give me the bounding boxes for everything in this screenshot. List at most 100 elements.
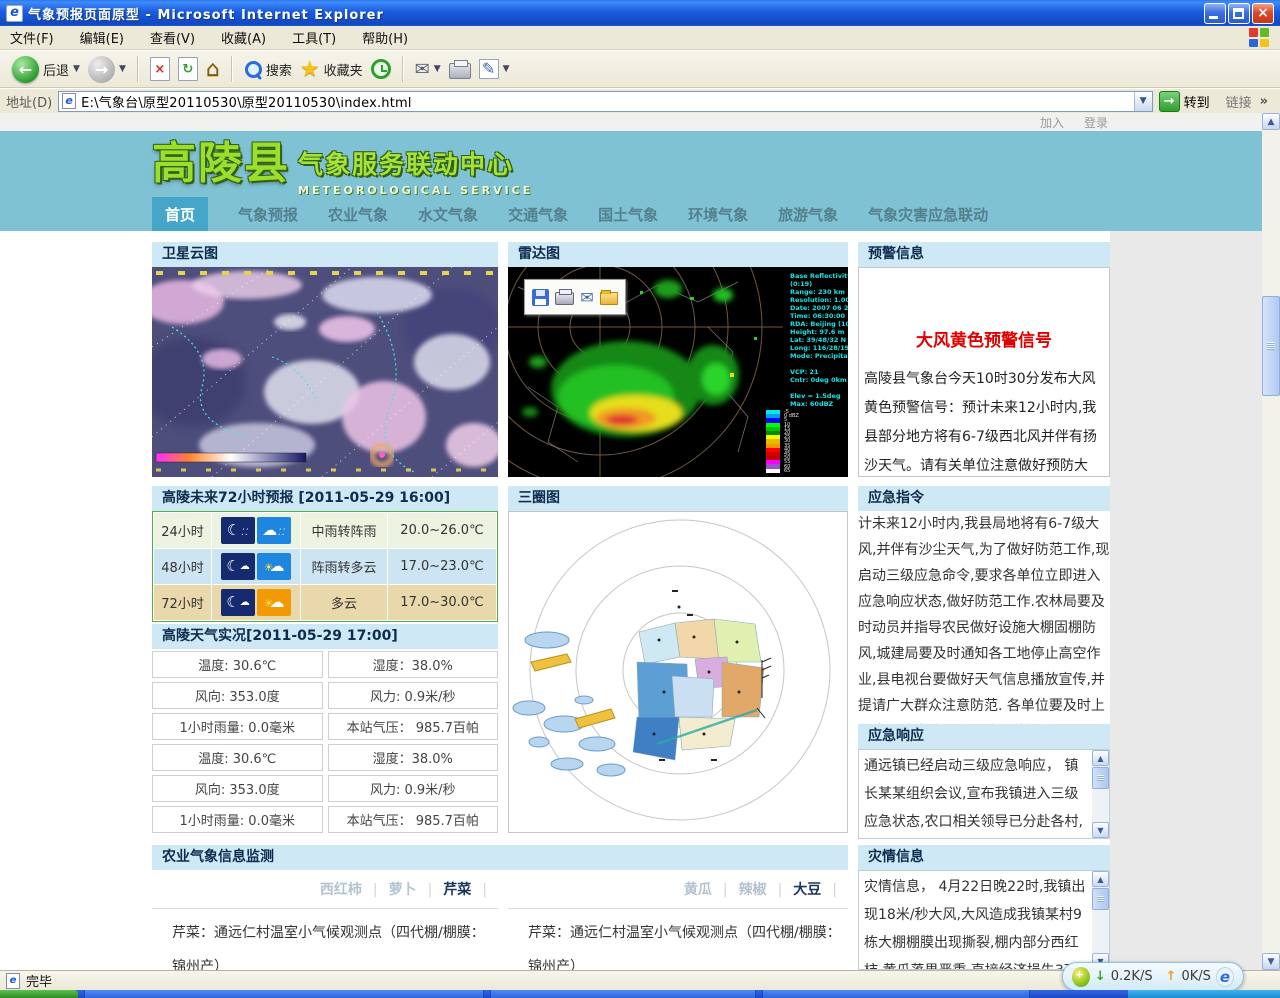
forecast-row-72h: 72小时 多云 17.0~30.0℃: [154, 585, 496, 620]
current-weather-grid: 温度: 30.6℃ 湿度：38.0% 风向: 353.0度 风力: 0.9米/秒…: [152, 651, 498, 837]
mail-button[interactable]: ✉ ▼: [415, 59, 441, 80]
nav-item-home[interactable]: 首页: [152, 197, 208, 231]
nav-item[interactable]: 农业气象: [328, 204, 388, 225]
go-button[interactable]: → 转到: [1159, 91, 1210, 112]
start-button-edge[interactable]: [0, 990, 78, 998]
weather-cell: 1小时雨量: 0.0毫米: [152, 806, 323, 833]
nav-item[interactable]: 环境气象: [688, 204, 748, 225]
site-header: 高陵县 气象服务联动中心 METEOROLOGICAL SERVICE 首页 气…: [0, 131, 1262, 231]
print-button[interactable]: [449, 59, 471, 79]
menu-item[interactable]: 帮助(H): [362, 32, 408, 47]
directive-section-header: 应急指令: [858, 486, 1110, 511]
taskbar-edge[interactable]: [0, 990, 1280, 998]
upload-arrow-icon: ↑: [1166, 969, 1177, 984]
weather-row: 风向: 353.0度 风力: 0.9米/秒: [152, 682, 498, 709]
scrollbar-thumb[interactable]: [1262, 296, 1280, 396]
agri-tab[interactable]: 西红柿: [320, 879, 389, 899]
minimize-button[interactable]: [1204, 3, 1226, 24]
forward-button[interactable]: → ▼: [88, 56, 126, 83]
print-image-icon[interactable]: [555, 292, 574, 305]
address-input[interactable]: e E:\气象台\原型20110530\原型20110530\index.htm…: [58, 91, 1152, 112]
nav-item[interactable]: 国土气象: [598, 204, 658, 225]
menu-item[interactable]: 文件(F): [10, 32, 54, 47]
disaster-scrollbar[interactable]: ▲ ▼: [1092, 871, 1109, 969]
maximize-button[interactable]: [1228, 3, 1250, 24]
radar-image[interactable]: ✉ Base Reflectivity(0:19)Range: 230 kmRe…: [508, 267, 848, 477]
scrollbar-thumb[interactable]: [1092, 767, 1109, 789]
net-speed-widget[interactable]: ↓ 0.2K/S ↑ 0K/S e: [1062, 962, 1244, 991]
agri-tab[interactable]: 芹菜: [443, 879, 498, 899]
agri-tab[interactable]: 大豆: [793, 879, 848, 899]
download-speed: 0.2K/S: [1111, 969, 1153, 984]
page-right-margin: [1110, 231, 1262, 970]
nav-item[interactable]: 气象预报: [238, 204, 298, 225]
links-label[interactable]: 链接: [1226, 92, 1252, 111]
shower-icon: [257, 553, 291, 580]
menu-item[interactable]: 编辑(E): [80, 32, 124, 47]
response-scrollbar[interactable]: ▲ ▼: [1092, 750, 1109, 838]
mail-image-icon[interactable]: ✉: [580, 288, 593, 307]
scrollbar-thumb[interactable]: [1092, 888, 1109, 910]
chevron-down-icon[interactable]: ▼: [503, 64, 510, 74]
search-button[interactable]: 搜索: [244, 60, 292, 79]
taskbar-button[interactable]: [490, 990, 756, 998]
my-pictures-folder-icon[interactable]: [600, 292, 618, 305]
satellite-cloud-image[interactable]: [152, 267, 498, 477]
ie-toolbar: ← 后退 ▼ → ▼ × ↻ ⌂ 搜索 ★ 收藏夹 ✉ ▼ ✎ ▼: [0, 50, 1280, 88]
login-link[interactable]: 登录: [1084, 114, 1108, 131]
title-bar: e 气象预报页面原型 - Microsoft Internet Explorer…: [0, 0, 1280, 26]
page-icon: e: [62, 93, 76, 109]
go-label: 转到: [1184, 92, 1210, 111]
directive-body: 计未来12小时内,我县局地将有6-7级大风,并伴有沙尘天气,为了做好防范工作,现…: [858, 511, 1110, 745]
threecircle-map-panel[interactable]: [508, 511, 848, 833]
main-scrollbar[interactable]: ▲ ▼: [1262, 113, 1280, 970]
menu-item[interactable]: 查看(V): [150, 32, 195, 47]
scroll-down-icon[interactable]: ▼: [1262, 953, 1280, 970]
agri-tab[interactable]: 萝卜: [389, 879, 444, 899]
join-link[interactable]: 加入: [1040, 114, 1064, 131]
nav-item[interactable]: 旅游气象: [778, 204, 838, 225]
edit-button[interactable]: ✎ ▼: [479, 59, 510, 79]
address-dropdown-button[interactable]: ▼: [1134, 92, 1152, 111]
scroll-up-icon[interactable]: ▲: [1092, 871, 1109, 887]
history-button[interactable]: [371, 59, 391, 79]
save-image-icon[interactable]: [532, 289, 549, 306]
response-body: 通远镇已经启动三级应急响应， 镇长某某组织会议,宣布我镇进入三级应急状态,农口相…: [864, 752, 1087, 839]
stop-button[interactable]: ×: [150, 57, 170, 81]
logo-subtitle: 气象服务联动中心: [298, 145, 533, 181]
menu-item[interactable]: 收藏(A): [221, 32, 266, 47]
nav-item[interactable]: 气象灾害应急联动: [868, 204, 988, 225]
close-button[interactable]: ×: [1252, 3, 1274, 24]
nav-item[interactable]: 交通气象: [508, 204, 568, 225]
favorites-button[interactable]: ★ 收藏夹: [300, 57, 363, 82]
agri-tab[interactable]: 黄瓜: [684, 879, 739, 899]
windows-logo-icon: [1242, 27, 1276, 48]
scroll-down-icon[interactable]: ▼: [1092, 822, 1109, 838]
chevron-down-icon[interactable]: ▼: [119, 64, 126, 74]
refresh-button[interactable]: ↻: [178, 57, 198, 81]
taskbar-button[interactable]: [762, 990, 1030, 998]
home-button[interactable]: ⌂: [206, 57, 220, 82]
agri-tab[interactable]: 辣椒: [739, 879, 794, 899]
radar-info-line: Cntr: 0deg 0km: [790, 376, 848, 384]
radar-info-line: Long: 116/28/19 E: [790, 344, 848, 352]
legend-value: 65: [784, 469, 790, 473]
forecast-row-24h: 24小时 中雨转阵雨 20.0~26.0℃: [154, 513, 496, 548]
chevron-down-icon[interactable]: ▼: [73, 64, 80, 74]
chevron-down-icon[interactable]: ▼: [434, 64, 441, 74]
security-ball-icon: [1072, 967, 1090, 987]
radar-info-line: [790, 360, 848, 368]
links-more-chevron[interactable]: »: [1260, 94, 1268, 109]
back-button[interactable]: ← 后退 ▼: [12, 56, 80, 83]
address-bar: 地址(D) e E:\气象台\原型20110530\原型20110530\ind…: [0, 88, 1280, 113]
nav-item[interactable]: 水文气象: [418, 204, 478, 225]
agri-text-left: 芹菜：通远仁村温室小气候观测点（四代棚/棚膜：锦州产）: [172, 916, 494, 970]
taskbar-button[interactable]: [84, 990, 484, 998]
scroll-up-icon[interactable]: ▲: [1262, 113, 1280, 130]
minimize-icon: [1209, 16, 1218, 19]
search-label: 搜索: [266, 60, 292, 79]
menu-item[interactable]: 工具(T): [292, 32, 336, 47]
disaster-body: 灾情信息， 4月22日晚22时,我镇出现18米/秒大风,大风造成我镇某村9栋大棚…: [864, 873, 1087, 970]
scroll-up-icon[interactable]: ▲: [1092, 750, 1109, 766]
legend-color-swatch: [766, 469, 780, 473]
